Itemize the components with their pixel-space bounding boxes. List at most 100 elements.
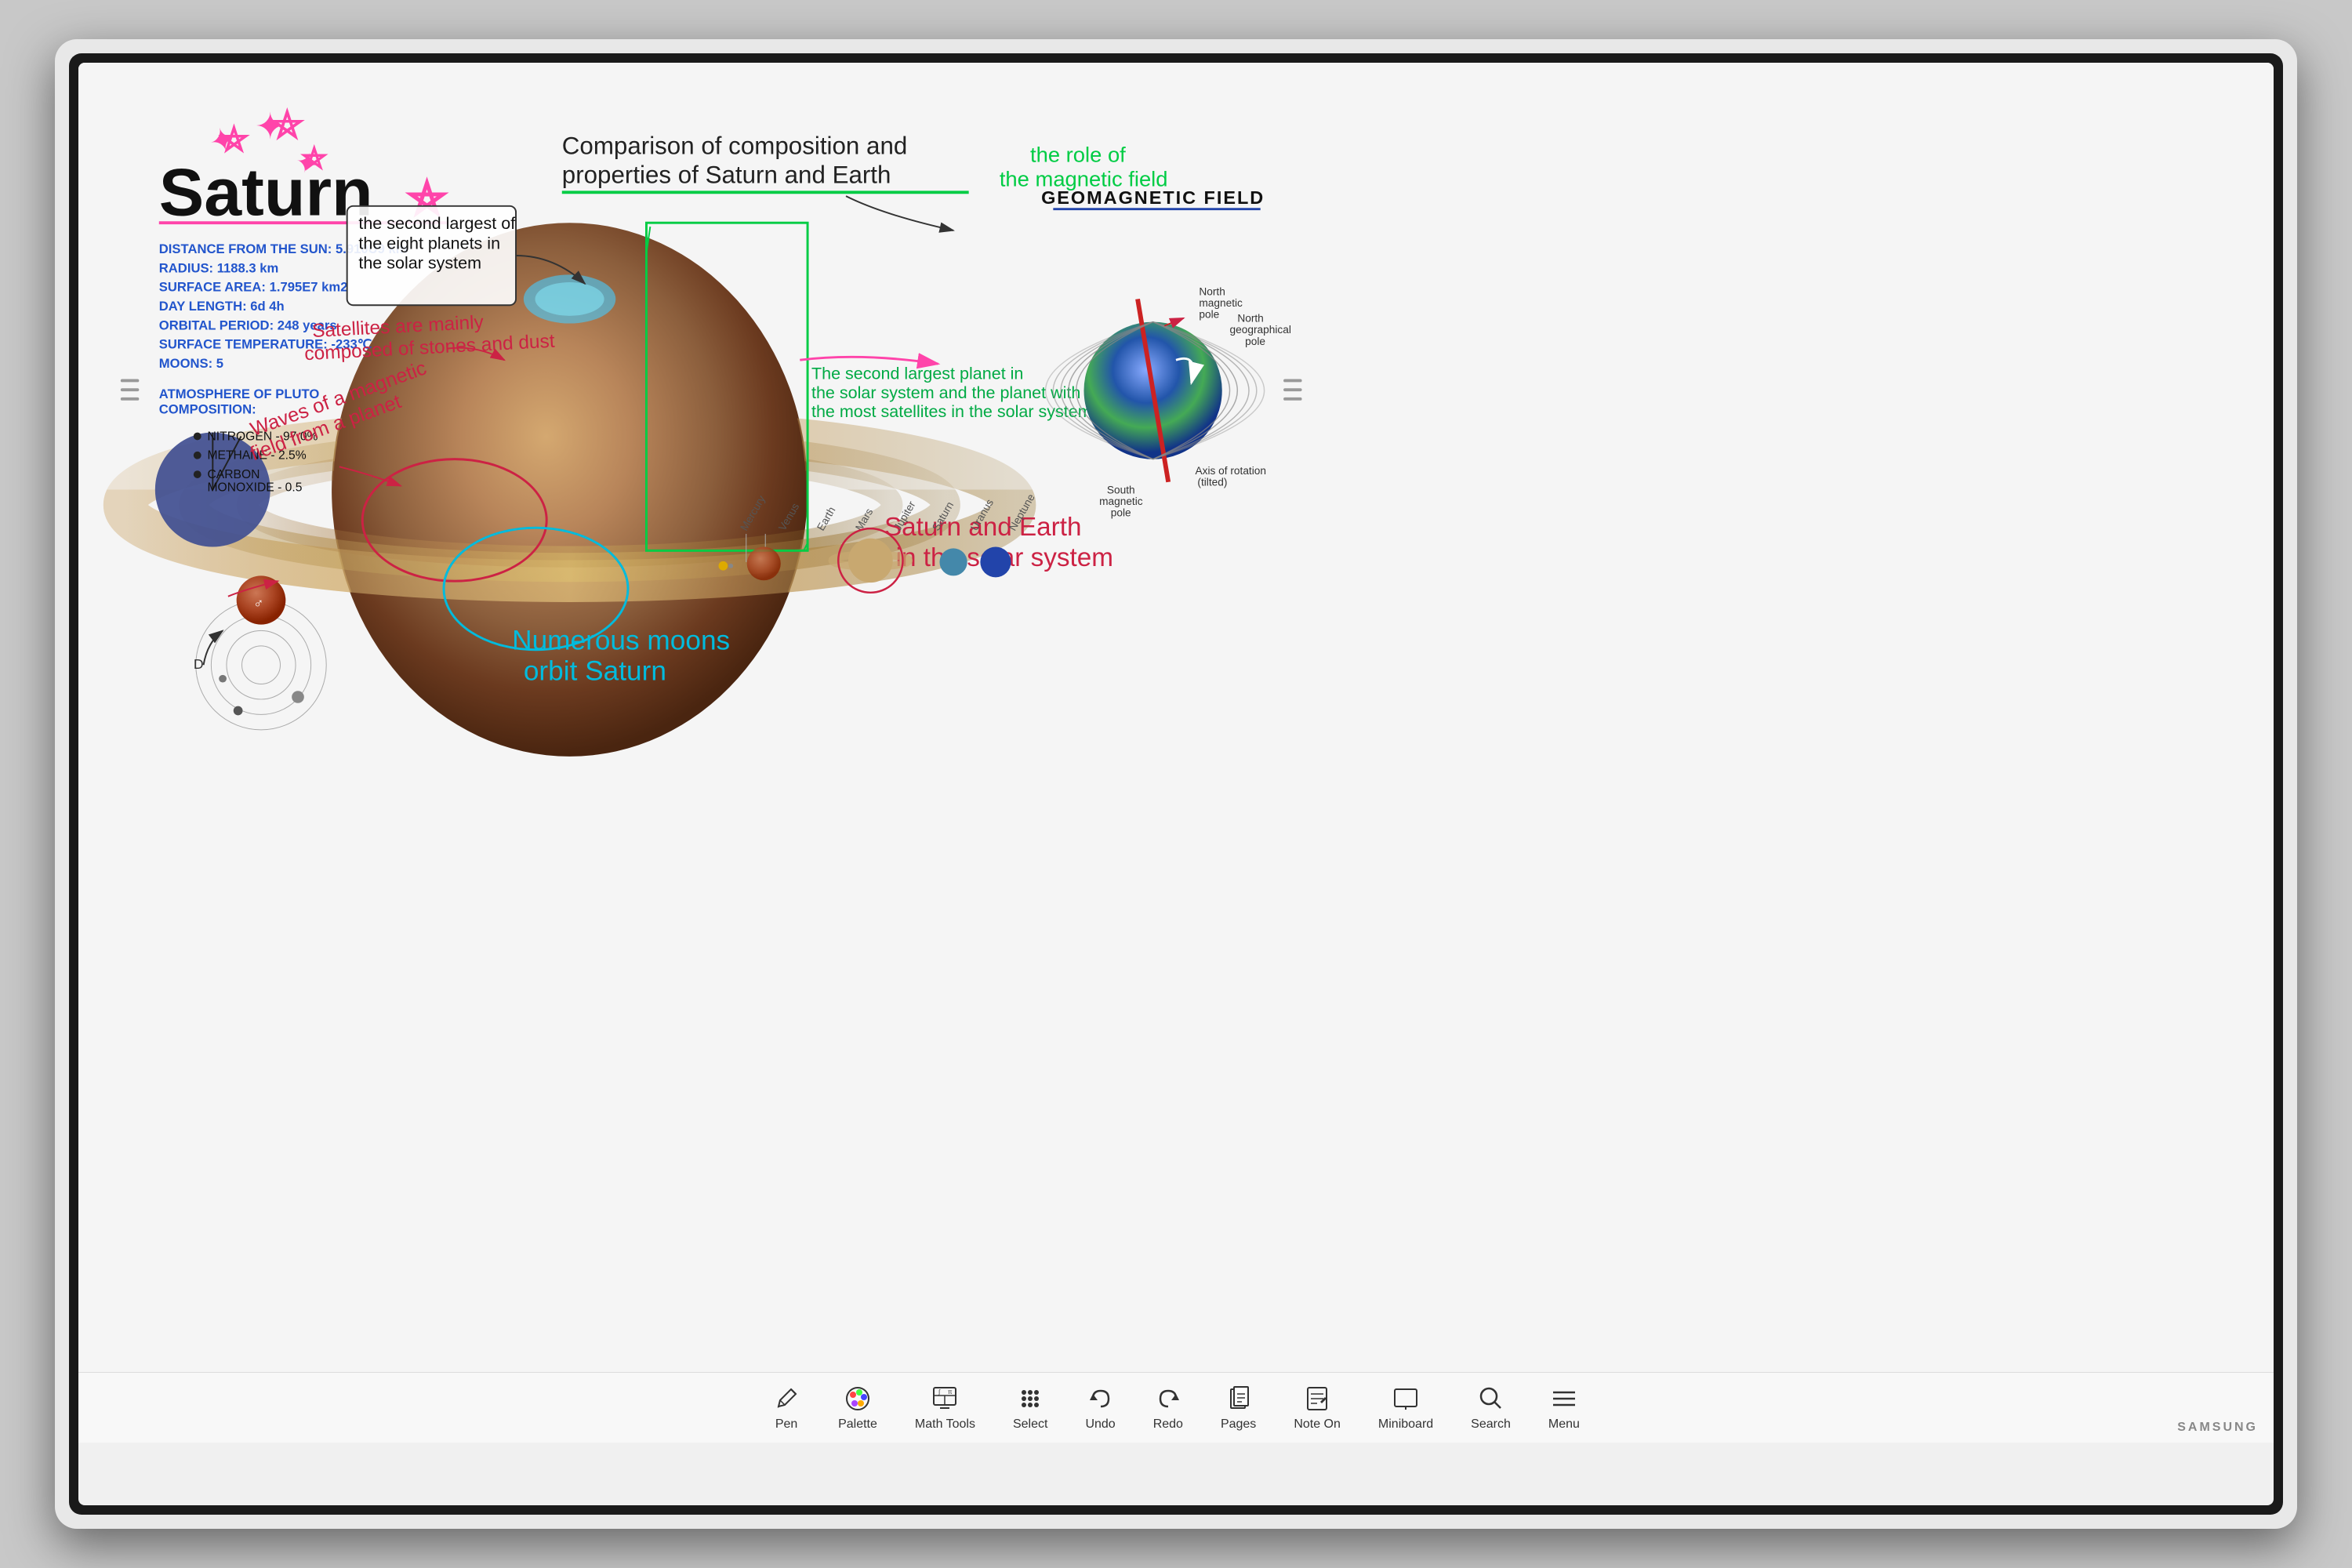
svg-text:properties of Saturn and Earth: properties of Saturn and Earth: [562, 162, 891, 189]
miniboard-icon: [1392, 1385, 1420, 1413]
monitor: ✦ ✦ ✦ ⛤ ⛤ ⛤ Saturn ⛤ DISTANCE FROM THE S…: [55, 39, 2297, 1529]
redo-icon: [1154, 1385, 1182, 1413]
svg-text:pole: pole: [1111, 507, 1131, 519]
svg-text:ORBITAL PERIOD: 248 years: ORBITAL PERIOD: 248 years: [159, 318, 337, 332]
svg-text:magnetic: magnetic: [1199, 297, 1243, 309]
svg-text:the solar system and the plane: the solar system and the planet with: [811, 383, 1080, 402]
svg-text:Mars: Mars: [853, 506, 875, 533]
svg-text:the role of: the role of: [1030, 142, 1126, 166]
svg-text:⛤: ⛤: [408, 173, 446, 224]
miniboard-button[interactable]: Miniboard: [1378, 1385, 1433, 1432]
svg-text:✦: ✦: [292, 146, 322, 181]
svg-text:pole: pole: [1199, 309, 1219, 321]
svg-text:Saturn: Saturn: [159, 155, 373, 230]
svg-text:the solar system: the solar system: [358, 254, 481, 273]
svg-text:DAY LENGTH: 6d 4h: DAY LENGTH: 6d 4h: [159, 299, 285, 314]
svg-text:Venus: Venus: [776, 501, 801, 532]
svg-text:the eight planets in: the eight planets in: [358, 234, 500, 252]
select-button[interactable]: Select: [1013, 1385, 1047, 1432]
svg-text:✦: ✦: [255, 106, 285, 147]
svg-text:the second largest of: the second largest of: [358, 214, 515, 233]
svg-text:⛤: ⛤: [272, 103, 303, 146]
pages-label: Pages: [1221, 1417, 1256, 1432]
svg-text:composed of stones and dust: composed of stones and dust: [304, 331, 556, 365]
monitor-inner: ✦ ✦ ✦ ⛤ ⛤ ⛤ Saturn ⛤ DISTANCE FROM THE S…: [69, 53, 2283, 1515]
svg-text:Numerous moons: Numerous moons: [512, 626, 730, 656]
svg-text:Saturn: Saturn: [930, 499, 956, 532]
svg-text:GEOMAGNETIC FIELD: GEOMAGNETIC FIELD: [1041, 187, 1265, 208]
undo-button[interactable]: Undo: [1085, 1385, 1115, 1432]
pen-button[interactable]: Pen: [772, 1385, 800, 1432]
menu-button[interactable]: Menu: [1548, 1385, 1580, 1432]
svg-text:∫: ∫: [938, 1388, 941, 1396]
svg-text:CARBON: CARBON: [207, 468, 260, 481]
note-on-icon: [1303, 1385, 1331, 1413]
svg-text:Earth: Earth: [815, 505, 837, 533]
svg-text:METHANE - 2.5%: METHANE - 2.5%: [207, 449, 306, 463]
svg-text:South: South: [1107, 484, 1135, 495]
svg-text:DISTANCE FROM THE SUN: 5.910U9: DISTANCE FROM THE SUN: 5.910U9 km: [159, 241, 408, 256]
palette-icon: [844, 1385, 872, 1413]
svg-text:magnetic: magnetic: [1099, 495, 1143, 507]
svg-text:SURFACE AREA: 1.795E7 km2: SURFACE AREA: 1.795E7 km2: [159, 280, 348, 295]
pen-label: Pen: [775, 1417, 797, 1432]
note-on-label: Note On: [1294, 1417, 1341, 1432]
svg-text:Comparison of composition and: Comparison of composition and: [562, 132, 908, 160]
menu-icon: [1550, 1385, 1578, 1413]
svg-text:D: D: [194, 656, 204, 672]
whiteboard: ✦ ✦ ✦ ⛤ ⛤ ⛤ Saturn ⛤ DISTANCE FROM THE S…: [78, 63, 2274, 1443]
svg-text:RADIUS: 1188.3 km: RADIUS: 1188.3 km: [159, 260, 279, 275]
svg-text:Mercury: Mercury: [738, 493, 768, 532]
svg-text:π: π: [948, 1388, 953, 1396]
svg-text:Jupiter: Jupiter: [891, 499, 918, 532]
search-button[interactable]: Search: [1471, 1385, 1511, 1432]
redo-button[interactable]: Redo: [1153, 1385, 1183, 1432]
svg-text:Satellites are mainly: Satellites are mainly: [311, 312, 485, 342]
search-icon: [1477, 1385, 1505, 1413]
svg-text:in the solar system: in the solar system: [896, 543, 1113, 572]
svg-text:NITROGEN - 97.0%: NITROGEN - 97.0%: [207, 430, 318, 443]
svg-text:(tilted): (tilted): [1197, 477, 1227, 488]
select-icon: [1016, 1385, 1044, 1413]
svg-text:the magnetic field: the magnetic field: [1000, 167, 1168, 191]
note-on-button[interactable]: Note On: [1294, 1385, 1341, 1432]
svg-text:Neptune: Neptune: [1007, 492, 1037, 533]
svg-text:MONOXIDE - 0.5: MONOXIDE - 0.5: [207, 481, 302, 495]
svg-text:Waves of a magnetic: Waves of a magnetic: [248, 357, 430, 441]
svg-text:⛤: ⛤: [220, 121, 248, 158]
svg-text:field from a planet: field from a planet: [248, 390, 405, 465]
select-label: Select: [1013, 1417, 1047, 1432]
svg-text:COMPOSITION:: COMPOSITION:: [159, 401, 256, 416]
svg-text:North: North: [1237, 313, 1263, 325]
math-tools-label: Math Tools: [915, 1417, 975, 1432]
toolbar: Pen: [78, 1372, 2274, 1443]
pen-icon: [772, 1385, 800, 1413]
menu-label: Menu: [1548, 1417, 1580, 1432]
svg-text:Axis of rotation: Axis of rotation: [1195, 465, 1266, 477]
svg-text:Uranus: Uranus: [968, 497, 996, 533]
screen: ✦ ✦ ✦ ⛤ ⛤ ⛤ Saturn ⛤ DISTANCE FROM THE S…: [78, 63, 2274, 1505]
math-tools-icon: ∫ π: [931, 1385, 959, 1413]
undo-label: Undo: [1085, 1417, 1115, 1432]
svg-text:MOONS: 5: MOONS: 5: [159, 356, 223, 371]
palette-label: Palette: [838, 1417, 877, 1432]
pages-button[interactable]: Pages: [1221, 1385, 1256, 1432]
pages-icon: [1225, 1385, 1253, 1413]
svg-text:pole: pole: [1245, 336, 1265, 347]
search-label: Search: [1471, 1417, 1511, 1432]
math-tools-button[interactable]: ∫ π Math Tools: [915, 1385, 975, 1432]
svg-text:Saturn and Earth: Saturn and Earth: [884, 513, 1082, 542]
svg-text:ATMOSPHERE OF PLUTO: ATMOSPHERE OF PLUTO: [159, 387, 320, 401]
undo-icon: [1087, 1385, 1115, 1413]
svg-text:SURFACE TEMPERATURE: -233℃: SURFACE TEMPERATURE: -233℃: [159, 337, 372, 352]
miniboard-label: Miniboard: [1378, 1417, 1433, 1432]
redo-label: Redo: [1153, 1417, 1183, 1432]
svg-text:♂: ♂: [253, 595, 263, 611]
samsung-logo: SAMSUNG: [2177, 1421, 2258, 1435]
palette-button[interactable]: Palette: [838, 1385, 877, 1432]
svg-text:⛤: ⛤: [303, 141, 326, 174]
svg-text:The second largest planet in: The second largest planet in: [811, 365, 1023, 383]
svg-text:the most satellites in the sol: the most satellites in the solar system: [811, 402, 1092, 421]
svg-text:orbit Saturn: orbit Saturn: [524, 656, 666, 687]
svg-text:✦: ✦: [205, 119, 241, 161]
